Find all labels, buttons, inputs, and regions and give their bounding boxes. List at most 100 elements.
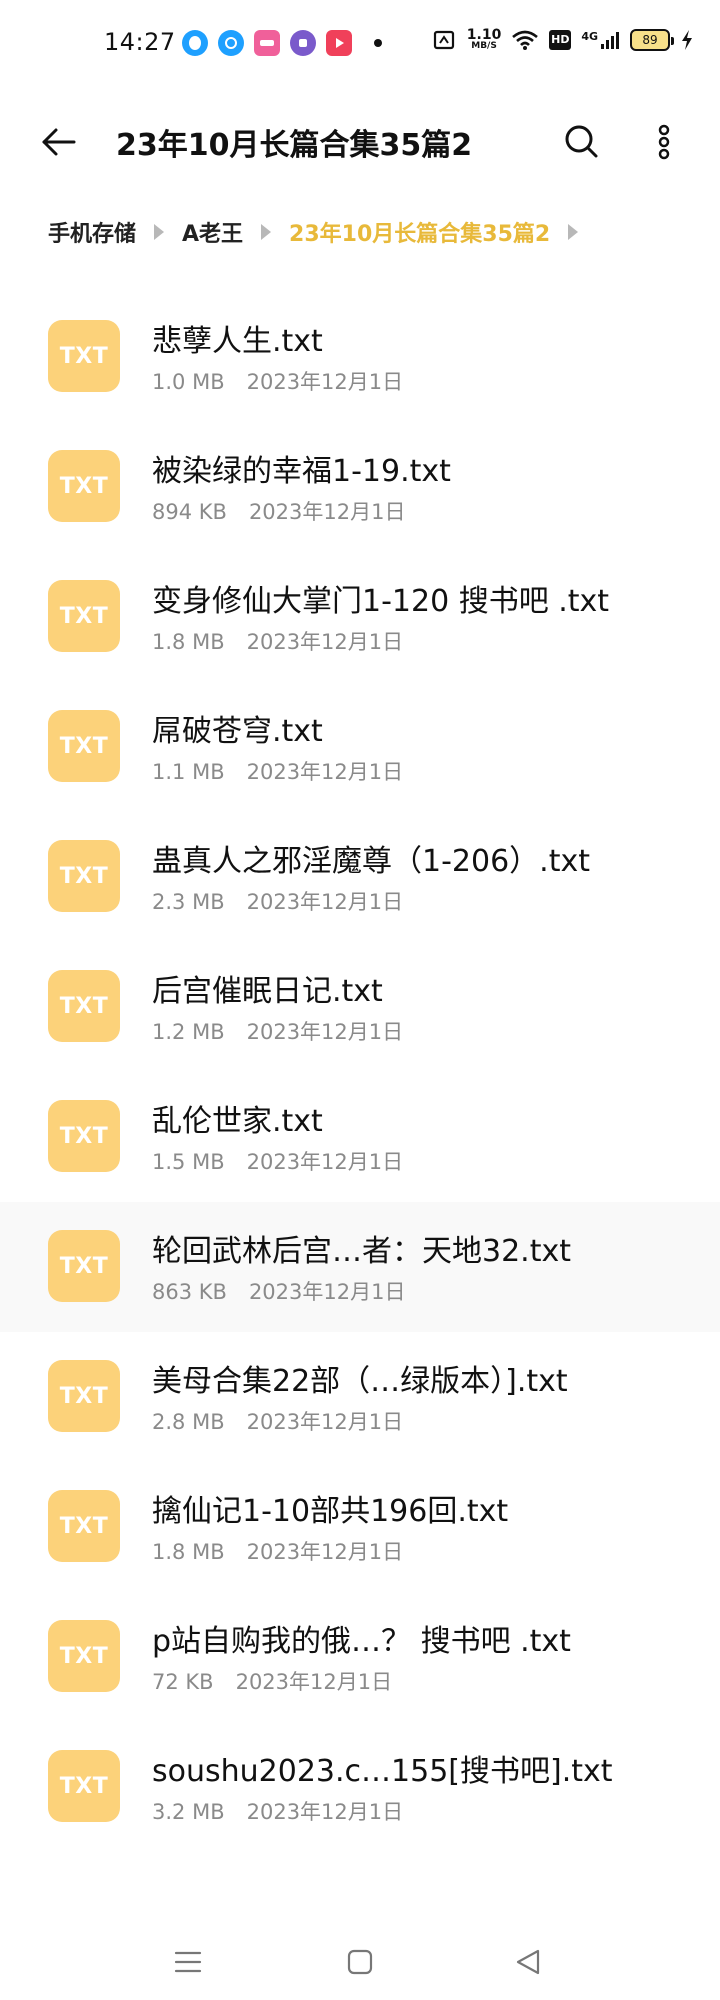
recent-apps-button[interactable] <box>168 1942 208 1982</box>
nfc-icon <box>433 29 457 51</box>
file-size: 1.1 MB <box>152 760 225 784</box>
qq-bell-icon <box>218 30 244 56</box>
file-meta: 1.0 MB 2023年12月1日 <box>152 366 403 396</box>
txt-file-icon: TXT <box>48 1490 120 1562</box>
file-meta: 1.2 MB 2023年12月1日 <box>152 1016 403 1046</box>
system-navigation-bar <box>0 1924 720 2000</box>
file-date: 2023年12月1日 <box>235 1670 393 1694</box>
file-date: 2023年12月1日 <box>246 1800 404 1824</box>
breadcrumb-item-folder[interactable]: A老王 <box>182 216 243 248</box>
file-name: 擒仙记1-10部共196回.txt <box>152 1494 509 1529</box>
back-nav-button[interactable] <box>508 1942 548 1982</box>
file-row[interactable]: TXT 蛊真人之邪淫魔尊（1-206）.txt 2.3 MB 2023年12月1日 <box>0 812 720 942</box>
network-speed: 1.10 MB/S <box>467 28 502 51</box>
network-speed-value: 1.10 <box>466 27 502 43</box>
battery-level: 89 <box>642 32 658 47</box>
txt-file-icon: TXT <box>48 970 120 1042</box>
file-date: 2023年12月1日 <box>246 760 404 784</box>
back-arrow-icon <box>42 128 76 156</box>
file-name: 蛊真人之邪淫魔尊（1-206）.txt <box>152 844 590 879</box>
txt-file-icon: TXT <box>48 710 120 782</box>
file-size: 1.2 MB <box>152 1020 225 1044</box>
txt-file-icon: TXT <box>48 1360 120 1432</box>
file-row[interactable]: TXT p站自购我的俄…？ 搜书吧 .txt 72 KB 2023年12月1日 <box>0 1592 720 1722</box>
file-name: 美母合集22部（…绿版本）].txt <box>152 1364 568 1399</box>
file-size: 1.0 MB <box>152 370 225 394</box>
file-meta: 894 KB 2023年12月1日 <box>152 496 405 526</box>
file-row[interactable]: TXT 被染绿的幸福1-19.txt 894 KB 2023年12月1日 <box>0 422 720 552</box>
breadcrumb-item-storage[interactable]: 手机存储 <box>48 216 136 248</box>
breadcrumb: 手机存储 A老王 23年10月长篇合集35篇2 <box>48 214 596 250</box>
file-date: 2023年12月1日 <box>246 1410 404 1434</box>
qq-icon <box>182 30 208 56</box>
file-meta: 1.8 MB 2023年12月1日 <box>152 1536 403 1566</box>
file-meta: 1.1 MB 2023年12月1日 <box>152 756 403 786</box>
file-date: 2023年12月1日 <box>248 500 406 524</box>
home-button[interactable] <box>340 1942 380 1982</box>
file-row[interactable]: TXT 美母合集22部（…绿版本）].txt 2.8 MB 2023年12月1日 <box>0 1332 720 1462</box>
file-meta: 863 KB 2023年12月1日 <box>152 1276 405 1306</box>
file-row[interactable]: TXT 乱伦世家.txt 1.5 MB 2023年12月1日 <box>0 1072 720 1202</box>
txt-file-icon: TXT <box>48 1100 120 1172</box>
file-name: 乱伦世家.txt <box>152 1104 323 1139</box>
file-list: TXT 悲孽人生.txt 1.0 MB 2023年12月1日 TXT 被染绿的幸福… <box>0 292 720 1852</box>
more-options-button[interactable] <box>640 118 688 166</box>
txt-file-icon: TXT <box>48 1750 120 1822</box>
cellular-signal-icon: 4G <box>581 30 620 50</box>
more-vertical-icon <box>658 124 670 160</box>
txt-file-icon: TXT <box>48 450 120 522</box>
wifi-icon <box>511 29 539 51</box>
txt-file-icon: TXT <box>48 840 120 912</box>
file-size: 894 KB <box>152 500 227 524</box>
triangle-back-icon <box>516 1949 540 1975</box>
file-size: 1.8 MB <box>152 1540 225 1564</box>
search-button[interactable] <box>558 118 606 166</box>
status-indicators: 1.10 MB/S HD 4G 89 <box>423 28 694 51</box>
file-date: 2023年12月1日 <box>246 1150 404 1174</box>
file-name: 屌破苍穹.txt <box>152 714 323 749</box>
menu-lines-icon <box>174 1951 202 1973</box>
purple-app-icon <box>290 30 316 56</box>
file-size: 1.8 MB <box>152 630 225 654</box>
txt-file-icon: TXT <box>48 320 120 392</box>
network-speed-unit: MB/S <box>471 41 497 51</box>
battery-indicator: 89 <box>630 28 674 51</box>
search-icon <box>565 125 598 158</box>
file-date: 2023年12月1日 <box>246 890 404 914</box>
network-type-label: 4G <box>581 29 598 43</box>
file-size: 72 KB <box>152 1670 214 1694</box>
back-button[interactable] <box>36 120 80 164</box>
more-notifications-dot <box>374 39 382 47</box>
status-time: 14:27 <box>104 28 176 56</box>
file-date: 2023年12月1日 <box>248 1280 406 1304</box>
file-size: 1.5 MB <box>152 1150 225 1174</box>
file-meta: 1.8 MB 2023年12月1日 <box>152 626 403 656</box>
file-size: 2.3 MB <box>152 890 225 914</box>
file-row[interactable]: TXT 变身修仙大掌门1-120 搜书吧 .txt 1.8 MB 2023年12月… <box>0 552 720 682</box>
file-row[interactable]: TXT 后宫催眠日记.txt 1.2 MB 2023年12月1日 <box>0 942 720 1072</box>
charging-icon <box>680 29 694 51</box>
file-name: 被染绿的幸福1-19.txt <box>152 454 451 489</box>
breadcrumb-item-current[interactable]: 23年10月长篇合集35篇2 <box>289 216 550 248</box>
file-row[interactable]: TXT 擒仙记1-10部共196回.txt 1.8 MB 2023年12月1日 <box>0 1462 720 1592</box>
file-size: 2.8 MB <box>152 1410 225 1434</box>
status-bar: 14:27 1.10 MB/S HD 4G 89 <box>0 0 720 88</box>
file-name: p站自购我的俄…？ 搜书吧 .txt <box>152 1624 571 1659</box>
page-title: 23年10月长篇合集35篇2 <box>116 128 473 163</box>
square-home-icon <box>347 1949 373 1975</box>
txt-file-icon: TXT <box>48 580 120 652</box>
file-name: 悲孽人生.txt <box>152 324 323 359</box>
file-row[interactable]: TXT 屌破苍穹.txt 1.1 MB 2023年12月1日 <box>0 682 720 812</box>
file-size: 863 KB <box>152 1280 227 1304</box>
file-meta: 72 KB 2023年12月1日 <box>152 1666 392 1696</box>
file-meta: 2.8 MB 2023年12月1日 <box>152 1406 403 1436</box>
pink-app-icon <box>254 30 280 56</box>
file-date: 2023年12月1日 <box>246 370 404 394</box>
file-date: 2023年12月1日 <box>246 630 404 654</box>
file-row[interactable]: TXT soushu2023.c…155[搜书吧].txt 3.2 MB 2023… <box>0 1722 720 1852</box>
breadcrumb-separator-icon <box>568 224 579 240</box>
file-row[interactable]: TXT 轮回武林后宫…者：天地32.txt 863 KB 2023年12月1日 <box>0 1202 720 1332</box>
file-row[interactable]: TXT 悲孽人生.txt 1.0 MB 2023年12月1日 <box>0 292 720 422</box>
file-name: soushu2023.c…155[搜书吧].txt <box>152 1754 613 1789</box>
file-size: 3.2 MB <box>152 1800 225 1824</box>
